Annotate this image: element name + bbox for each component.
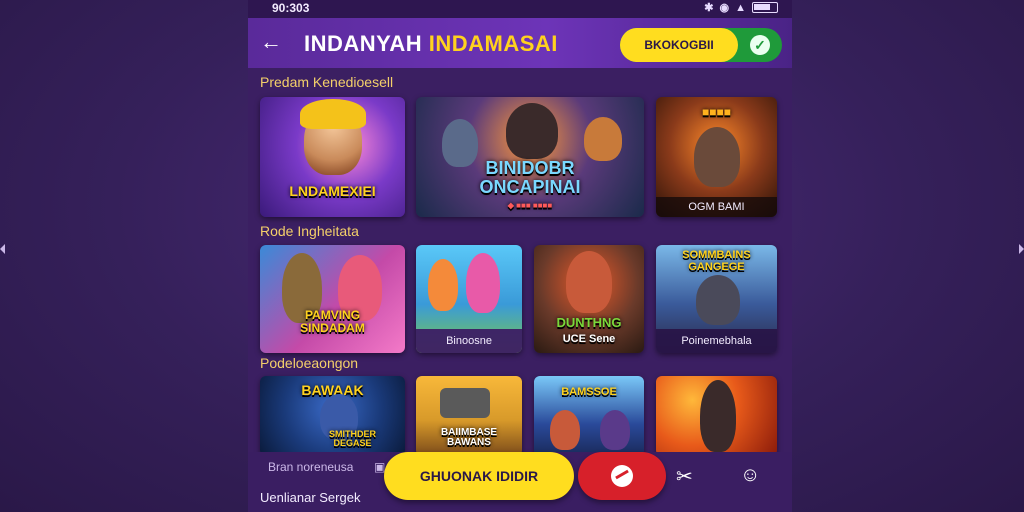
character-figure	[550, 410, 580, 450]
game-tile-row1-1[interactable]: LNDAMEXIEI	[260, 97, 405, 217]
tile-caption: BINIDOBR ONCAPINAI	[479, 158, 581, 197]
beast-figure	[696, 275, 740, 325]
footer-label: Uenlianar Sergek	[260, 490, 361, 505]
tile-subcaption: SMITHDER DEGASE	[329, 429, 376, 448]
section-label-3: Podeloeaongon	[260, 355, 359, 371]
favorite-icon	[611, 465, 633, 487]
tile-footer: Binoosne	[416, 329, 522, 353]
game-tile-row3-3[interactable]: BAMSSOE	[534, 376, 644, 456]
cat-figure	[506, 103, 558, 159]
tile-footer: Poinemebhala	[656, 329, 777, 353]
fox-figure	[584, 117, 622, 161]
game-tile-row3-2[interactable]: BAIIMBASE BAWANS	[416, 376, 522, 456]
bluetooth-icon: ✱	[704, 2, 714, 14]
side-arrow-left-icon[interactable]	[0, 244, 5, 254]
section-label-2: Rode Ingheitata	[260, 223, 359, 239]
game-tile-row2-3[interactable]: DUNTHNG UCE Sene	[534, 245, 644, 353]
character-figure	[566, 251, 612, 313]
title-main: INDANYAH	[304, 31, 429, 56]
check-icon[interactable]: ✓	[750, 35, 770, 55]
tile-footer: UCE Sene	[562, 333, 616, 345]
tile-caption: LNDAMEXIEI	[289, 183, 376, 199]
tools-icon[interactable]: ✂	[676, 464, 693, 489]
status-bar: 90:303 ✱ ◉ ▲	[248, 0, 792, 18]
app-header: ← INDANYAH INDAMASAI BKOKOGBII ✓	[248, 18, 792, 68]
soldier-figure	[694, 127, 740, 187]
tile-caption: SOMMBAINS GANGEGE	[682, 249, 751, 273]
title-accent: INDAMASAI	[428, 31, 558, 56]
game-tile-row2-1[interactable]: PAMVING SINDADAM	[260, 245, 405, 353]
back-arrow-icon[interactable]: ←	[260, 30, 282, 54]
tile-caption: ■■■■	[702, 105, 731, 119]
character-figure	[466, 253, 500, 313]
status-time: 90:303	[272, 1, 310, 15]
play-button[interactable]: GHUONAK IDIDIR	[384, 452, 574, 500]
profile-icon[interactable]: ☺	[740, 464, 760, 487]
tile-footer: OGM BAMI	[656, 197, 777, 217]
game-tile-row2-2[interactable]: Binoosne	[416, 245, 522, 353]
signal-icon: ▲	[735, 1, 746, 14]
favorite-button[interactable]	[578, 452, 666, 500]
character-figure	[428, 259, 458, 311]
wifi-icon: ◉	[719, 2, 730, 14]
game-tile-row2-4[interactable]: SOMMBAINS GANGEGE Poinemebhala	[656, 245, 777, 353]
side-arrow-right-icon[interactable]	[1019, 244, 1024, 254]
game-tile-row3-4[interactable]	[656, 376, 777, 456]
tile-caption: BAIIMBASE BAWANS	[440, 427, 498, 448]
status-icons: ✱ ◉ ▲	[704, 1, 778, 14]
game-tile-row3-1[interactable]: BAWAAK SMITHDER DEGASE	[260, 376, 405, 456]
agent-figure	[700, 380, 736, 452]
character-hair	[300, 99, 366, 129]
tile-caption: BAMSSOE	[561, 386, 617, 398]
battery-icon	[752, 2, 778, 13]
bottom-mini-text: Bran noreneusa	[268, 460, 354, 474]
game-tile-row1-2[interactable]: BINIDOBR ONCAPINAI ◆ ■■■ ■■■■	[416, 97, 644, 217]
tile-caption: PAMVING SINDADAM	[300, 308, 365, 335]
cannon-figure	[440, 388, 490, 418]
header-cta-toggle[interactable]: BKOKOGBII ✓	[620, 28, 782, 62]
tile-caption: DUNTHNG	[556, 315, 622, 330]
phone-screen: 90:303 ✱ ◉ ▲ ← INDANYAH INDAMASAI BKOKOG…	[248, 0, 792, 512]
character-figure	[600, 410, 630, 450]
section-label-1: Predam Kenedioesell	[260, 74, 394, 90]
game-tile-row1-3[interactable]: ■■■■ OGM BAMI	[656, 97, 777, 217]
page-title: INDANYAH INDAMASAI	[304, 31, 558, 57]
header-cta-button[interactable]: BKOKOGBII	[620, 28, 738, 62]
tile-subcaption: ◆ ■■■ ■■■■	[507, 201, 553, 210]
